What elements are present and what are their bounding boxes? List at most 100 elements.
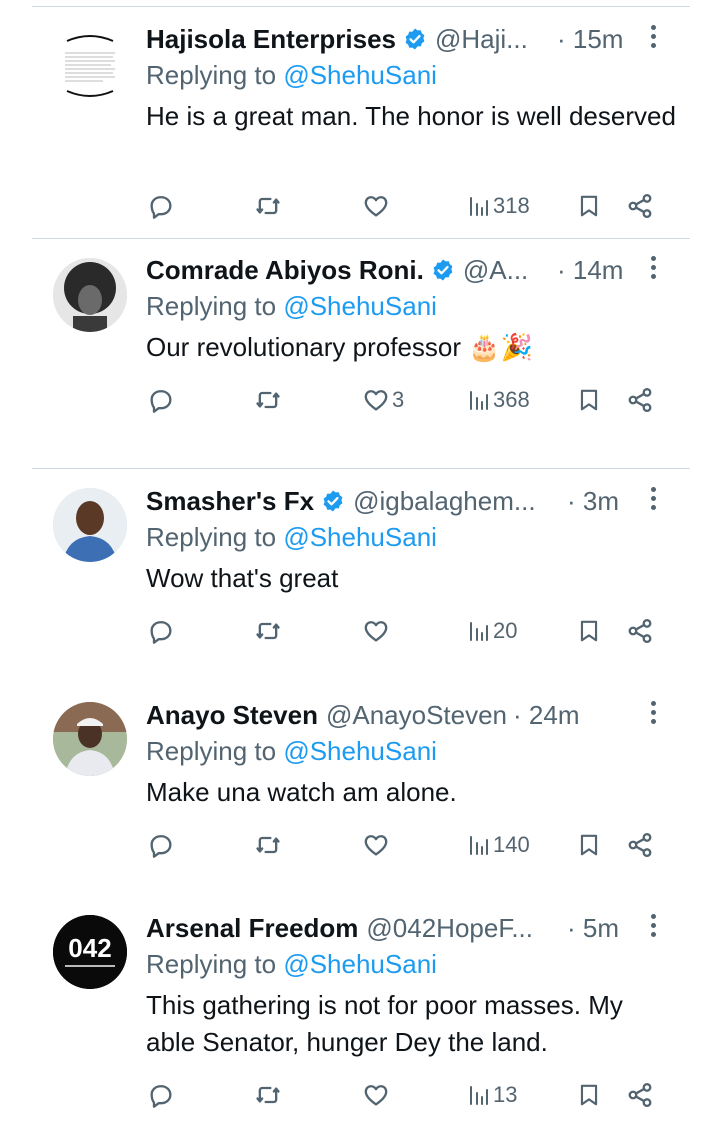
mention-link[interactable]: @ShehuSani bbox=[283, 949, 437, 979]
verified-badge-icon bbox=[433, 259, 453, 281]
divider bbox=[32, 468, 690, 469]
avatar[interactable]: 042 bbox=[53, 915, 127, 989]
view-count: 20 bbox=[493, 618, 518, 643]
retweet-button[interactable] bbox=[253, 380, 283, 420]
retweet-icon bbox=[256, 391, 280, 409]
author-handle[interactable]: @042HopeF... bbox=[366, 913, 533, 944]
more-icon[interactable] bbox=[643, 912, 663, 944]
author-name[interactable]: Arsenal Freedom bbox=[146, 913, 358, 944]
tweet-header: Anayo Steven @AnayoSteven · 24m bbox=[146, 695, 579, 735]
view-count: 318 bbox=[493, 193, 530, 218]
retweet-icon bbox=[256, 197, 280, 215]
views-button[interactable]: 318 bbox=[467, 186, 530, 226]
views-icon bbox=[470, 391, 488, 410]
bookmark-button[interactable] bbox=[576, 380, 602, 420]
bookmark-button[interactable] bbox=[576, 186, 602, 226]
avatar[interactable] bbox=[53, 702, 127, 776]
like-button[interactable]: 3 bbox=[362, 380, 404, 420]
timestamp[interactable]: · 14m bbox=[557, 250, 623, 290]
mention-link[interactable]: @ShehuSani bbox=[283, 60, 437, 90]
replying-to: Replying to @ShehuSani bbox=[146, 57, 437, 93]
replying-prefix: Replying to bbox=[146, 522, 277, 552]
timestamp[interactable]: · 5m bbox=[567, 908, 619, 948]
like-button[interactable] bbox=[362, 1075, 392, 1115]
author-handle[interactable]: @A... bbox=[463, 255, 528, 286]
bookmark-button[interactable] bbox=[576, 1075, 602, 1115]
mention-link[interactable]: @ShehuSani bbox=[283, 736, 437, 766]
tweet-text: Our revolutionary professor 🎂🎉 bbox=[146, 332, 533, 362]
mention-link[interactable]: @ShehuSani bbox=[283, 522, 437, 552]
bookmark-button[interactable] bbox=[576, 611, 602, 651]
views-button[interactable]: 20 bbox=[467, 611, 517, 651]
reply-button[interactable] bbox=[147, 611, 175, 651]
retweet-button[interactable] bbox=[253, 611, 283, 651]
tweet-text: This gathering is not for poor masses. M… bbox=[146, 990, 623, 1057]
views-icon bbox=[470, 836, 488, 855]
more-icon[interactable] bbox=[643, 699, 663, 731]
share-icon bbox=[628, 618, 652, 644]
timestamp[interactable]: · 3m bbox=[567, 481, 619, 521]
author-handle[interactable]: @igbalaghem... bbox=[353, 486, 536, 517]
share-button[interactable] bbox=[626, 825, 654, 865]
author-handle[interactable]: @AnayoSteven bbox=[326, 700, 507, 731]
views-icon bbox=[470, 197, 488, 216]
reply-button[interactable] bbox=[147, 825, 175, 865]
reply-icon bbox=[150, 390, 172, 413]
replying-prefix: Replying to bbox=[146, 291, 277, 321]
tweet-header: Smasher's Fx @igbalaghem... bbox=[146, 481, 536, 521]
avatar[interactable] bbox=[53, 29, 127, 103]
like-button[interactable] bbox=[362, 611, 392, 651]
timestamp[interactable]: · 15m bbox=[557, 19, 623, 59]
reply-button[interactable] bbox=[147, 186, 175, 226]
author-handle[interactable]: @Haji... bbox=[435, 24, 528, 55]
action-bar: 140 bbox=[0, 825, 720, 865]
retweet-icon bbox=[256, 836, 280, 854]
divider bbox=[32, 238, 690, 239]
more-icon[interactable] bbox=[643, 485, 663, 517]
reply-button[interactable] bbox=[147, 380, 175, 420]
like-button[interactable] bbox=[362, 186, 392, 226]
share-button[interactable] bbox=[626, 186, 654, 226]
bookmark-icon bbox=[580, 389, 598, 411]
bookmark-icon bbox=[580, 834, 598, 856]
avatar[interactable] bbox=[53, 488, 127, 562]
timestamp[interactable]: · 24m bbox=[513, 700, 579, 731]
more-icon[interactable] bbox=[643, 23, 663, 55]
view-count: 140 bbox=[493, 832, 530, 857]
retweet-icon bbox=[256, 1086, 280, 1104]
heart-icon bbox=[364, 835, 388, 856]
share-icon bbox=[628, 832, 652, 858]
share-icon bbox=[628, 387, 652, 413]
replying-to: Replying to @ShehuSani bbox=[146, 288, 437, 324]
share-button[interactable] bbox=[626, 1075, 654, 1115]
reply-button[interactable] bbox=[147, 1075, 175, 1115]
avatar[interactable] bbox=[53, 258, 127, 332]
share-button[interactable] bbox=[626, 380, 654, 420]
replying-to: Replying to @ShehuSani bbox=[146, 733, 437, 769]
verified-badge-icon bbox=[405, 28, 425, 50]
like-button[interactable] bbox=[362, 825, 392, 865]
retweet-button[interactable] bbox=[253, 1075, 283, 1115]
retweet-button[interactable] bbox=[253, 825, 283, 865]
share-icon bbox=[628, 193, 652, 219]
retweet-button[interactable] bbox=[253, 186, 283, 226]
mention-link[interactable]: @ShehuSani bbox=[283, 291, 437, 321]
action-bar: 3 368 bbox=[0, 380, 720, 420]
more-icon[interactable] bbox=[643, 254, 663, 286]
tweet-text: He is a great man. The honor is well des… bbox=[146, 101, 676, 131]
views-button[interactable]: 140 bbox=[467, 825, 530, 865]
author-name[interactable]: Anayo Steven bbox=[146, 700, 318, 731]
action-bar: 13 bbox=[0, 1075, 720, 1115]
tweet-header: Comrade Abiyos Roni. @A... bbox=[146, 250, 528, 290]
reply-icon bbox=[150, 196, 172, 219]
author-name[interactable]: Smasher's Fx bbox=[146, 486, 314, 517]
views-button[interactable]: 13 bbox=[467, 1075, 517, 1115]
tweet-header: Hajisola Enterprises @Haji... bbox=[146, 19, 528, 59]
author-name[interactable]: Hajisola Enterprises bbox=[146, 24, 396, 55]
replying-prefix: Replying to bbox=[146, 60, 277, 90]
author-name[interactable]: Comrade Abiyos Roni. bbox=[146, 255, 424, 286]
share-button[interactable] bbox=[626, 611, 654, 651]
bookmark-button[interactable] bbox=[576, 825, 602, 865]
views-button[interactable]: 368 bbox=[467, 380, 530, 420]
share-icon bbox=[628, 1082, 652, 1108]
